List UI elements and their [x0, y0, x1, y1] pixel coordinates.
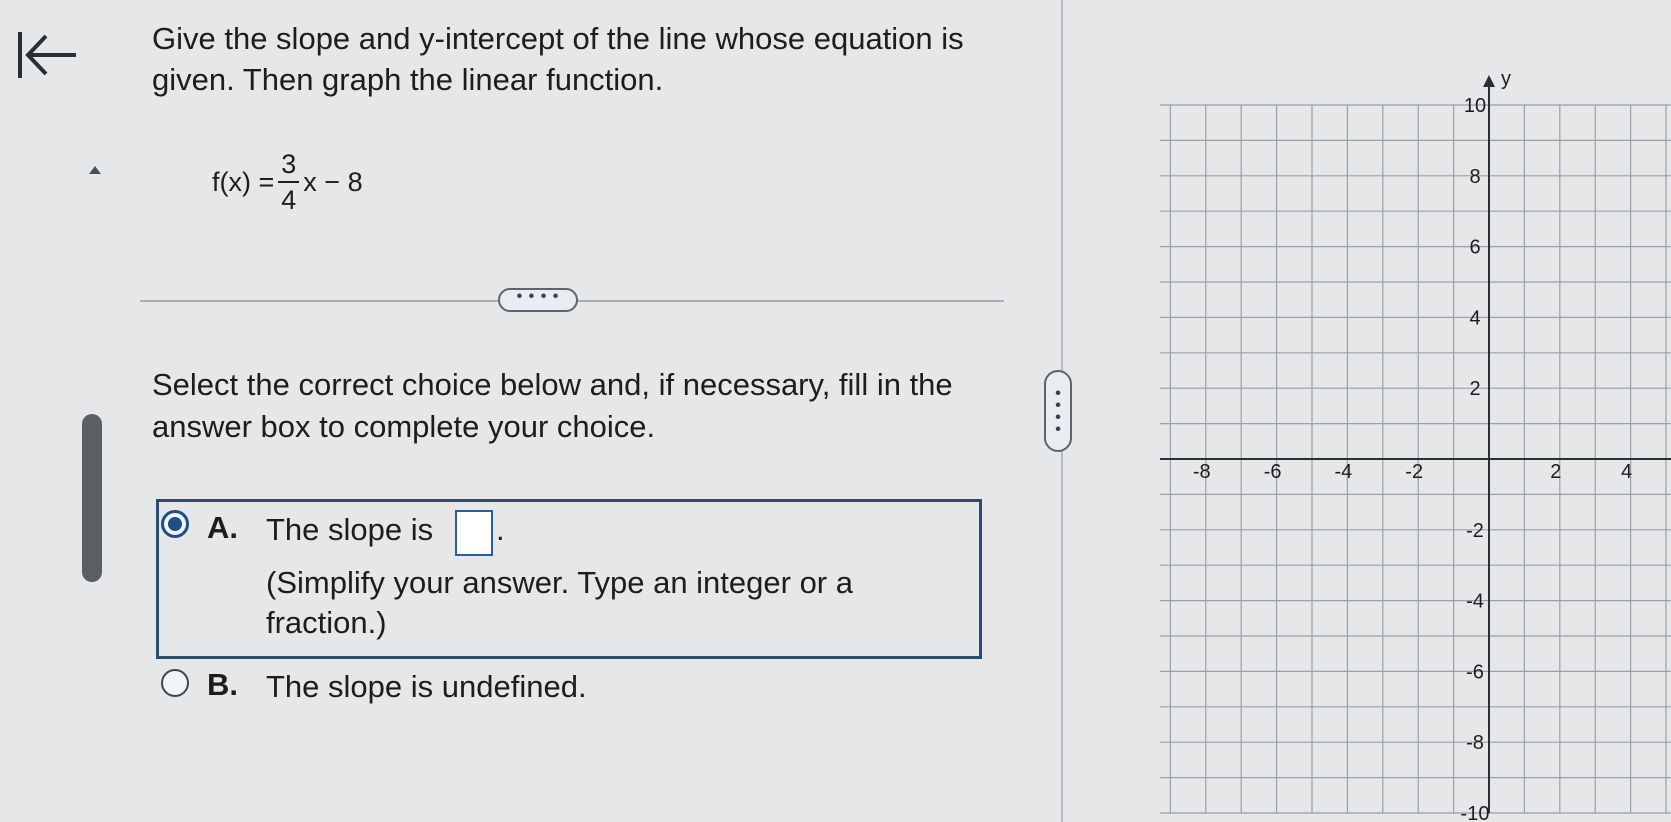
- y-tick-label: -2: [1466, 520, 1484, 542]
- choice-b-text: The slope is undefined.: [266, 669, 587, 704]
- equation-lhs: f(x) =: [212, 166, 275, 197]
- scrollbar-thumb[interactable]: [82, 414, 102, 582]
- y-tick-label: -10: [1461, 803, 1490, 822]
- choice-a-note: (Simplify your answer. Type an integer o…: [266, 565, 853, 640]
- choice-a-letter: A.: [207, 510, 238, 545]
- equation-fraction: 3 4: [278, 147, 300, 217]
- scroll-up-button[interactable]: [88, 162, 102, 174]
- caret-up-icon: [89, 166, 101, 174]
- choice-a-period: .: [496, 512, 505, 547]
- choice-a-text: The slope is: [266, 512, 434, 547]
- coordinate-grid[interactable]: y-10-8-6-4-224108642-2-4-6-8-10: [1160, 35, 1671, 822]
- y-tick-label: -4: [1466, 591, 1484, 613]
- y-tick-label: -6: [1466, 661, 1484, 683]
- panel-resize-handle[interactable]: • • • •: [1044, 370, 1072, 452]
- question-text: Give the slope and y-intercept of the li…: [152, 21, 964, 97]
- x-tick-label: 4: [1621, 461, 1632, 483]
- equation: f(x) = 3 4 x − 8: [212, 142, 363, 222]
- choice-b-radio[interactable]: [161, 669, 189, 697]
- equation-rest: x − 8: [303, 166, 363, 197]
- x-tick-label: -8: [1193, 461, 1211, 483]
- y-tick-label: 4: [1469, 307, 1480, 329]
- fraction-numerator: 3: [278, 147, 300, 183]
- x-tick-label: 2: [1550, 461, 1561, 483]
- y-tick-label: 2: [1469, 378, 1480, 400]
- y-axis-arrow-icon: [1483, 75, 1495, 87]
- expand-more-button[interactable]: • • • •: [498, 288, 578, 312]
- x-tick-label: -2: [1405, 461, 1423, 483]
- y-tick-label: 10: [1464, 95, 1486, 117]
- choice-b-letter: B.: [207, 667, 238, 702]
- y-tick-label: 8: [1469, 166, 1480, 188]
- y-tick-label: -8: [1466, 732, 1484, 754]
- back-to-start-button[interactable]: [14, 24, 84, 84]
- x-tick-label: -6: [1264, 461, 1282, 483]
- instructions-text: Select the correct choice below and, if …: [152, 367, 953, 444]
- choice-a-radio[interactable]: [161, 510, 189, 538]
- y-axis-label: y: [1501, 68, 1511, 90]
- slope-answer-input[interactable]: [455, 510, 493, 556]
- x-tick-label: -4: [1335, 461, 1353, 483]
- fraction-denominator: 4: [281, 185, 297, 215]
- back-to-start-arrow-icon: [18, 32, 76, 78]
- y-tick-label: 6: [1469, 237, 1480, 259]
